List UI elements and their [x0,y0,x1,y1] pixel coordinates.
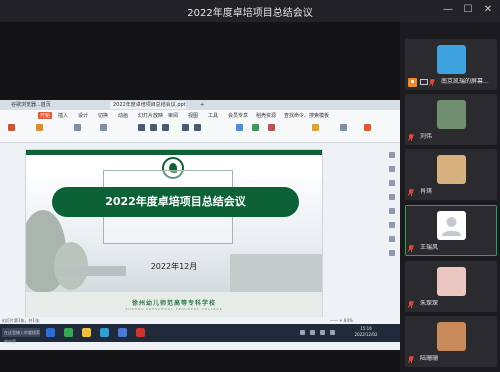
menu-slideshow[interactable]: 幻灯片放映 [138,112,163,119]
tool-icon[interactable] [389,166,395,172]
maximize-button[interactable]: ☐ [461,3,475,17]
close-button[interactable]: ✕ [481,3,495,17]
tool-icon[interactable] [389,250,395,256]
menu-design[interactable]: 设计 [78,112,88,119]
right-side-toolbar [386,146,398,336]
mic-muted-icon [407,245,415,253]
mic-muted-icon [407,189,415,197]
participant-avatar [437,267,466,296]
host-icon [408,78,417,87]
layout-icon[interactable] [74,124,81,131]
shared-screen: 谷歌浏览器...首页 2022年度卓培项目总结会议.pptx + 开始 插入 设… [0,100,400,350]
participant-name: 刘伟 [420,133,433,140]
participant-tile[interactable]: 刘伟 [405,94,497,145]
find-icon[interactable] [312,124,319,131]
tool-icon[interactable] [389,208,395,214]
clock-date: 2022/12/02 [354,332,378,337]
participant-avatar [437,45,466,74]
screen-share-icon [420,79,428,85]
slide-date: 2022年12月 [150,262,198,271]
tool-icon[interactable] [389,152,395,158]
mic-muted-icon [407,356,415,364]
mic-muted-icon [407,134,415,142]
default-avatar-icon [437,211,466,240]
menu-docer[interactable]: 稻壳资源 [256,112,276,119]
ime-icon[interactable] [330,330,335,335]
section-icon[interactable] [100,124,107,131]
participant-name: 肖琪 [420,188,433,195]
folder-icon[interactable] [82,328,91,337]
menu-review[interactable]: 审阅 [168,112,178,119]
statusbar: 幻灯片第1张，共1张 —— + 84% [0,317,400,324]
browser-icon[interactable] [64,328,73,337]
participant-avatar [437,100,466,129]
participant-tile-active[interactable]: 王瑞风 [405,205,497,256]
participant-avatar [437,322,466,351]
wps-menu-bar: 开始 插入 设计 切换 动画 幻灯片放映 审阅 视图 工具 会员专享 稻壳资源 … [0,110,400,120]
menu-home[interactable]: 开始 [38,112,53,119]
slide-canvas[interactable]: 2022年度卓培项目总结会议 2022年12月 徐州幼儿师范高等专科学校 XUZ… [25,149,323,319]
school-name-en: XUZHOU PRESCHOOL TEACHERS COLLEGE [125,307,223,311]
wps-ribbon [0,120,400,143]
zoom-control[interactable]: —— + 84% [330,318,353,323]
participant-tile[interactable]: 南京凯瑞的屏幕... [405,39,497,90]
participant-name: 王瑞风 [420,244,439,251]
window-title: 2022年度卓培项目总结会议 [187,8,313,19]
minimize-button[interactable]: — [441,3,455,17]
menu-member[interactable]: 会员专享 [228,112,248,119]
volume-icon[interactable] [320,330,325,335]
command-search[interactable]: 查找命令、搜索模板 [284,112,329,119]
picture-icon[interactable] [268,124,275,131]
participant-tile[interactable]: 陆珊珊 [405,316,497,367]
participant-avatar [437,155,466,184]
menu-tools[interactable]: 工具 [208,112,218,119]
shape-icon[interactable] [252,124,259,131]
align-icon[interactable] [182,124,189,131]
network-icon[interactable] [310,330,315,335]
bold-icon[interactable] [138,124,145,131]
tool-icon[interactable] [389,194,395,200]
menu-transition[interactable]: 切换 [98,112,108,119]
list-icon[interactable] [194,124,201,131]
window-titlebar: 2022年度卓培项目总结会议 — ☐ ✕ [0,0,500,22]
tab-presentation[interactable]: 2022年度卓培项目总结会议.pptx [110,101,186,109]
windows-taskbar: 在这里输入你要搜索的内容 15:16 2022/12/02 [0,324,400,344]
italic-icon[interactable] [150,124,157,131]
wps-icon[interactable] [136,328,145,337]
taskbar-search[interactable]: 在这里输入你要搜索的内容 [2,328,40,344]
participant-name: 南京凯瑞的屏幕... [441,78,489,85]
tray-icon[interactable] [300,330,305,335]
tool-icon[interactable] [389,180,395,186]
tool-icon[interactable] [389,222,395,228]
tool-icon[interactable] [389,236,395,242]
shared-screen-stage: 谷歌浏览器...首页 2022年度卓培项目总结会议.pptx + 开始 插入 设… [0,22,400,372]
building-shape [230,254,322,292]
slideshow-icon[interactable] [364,124,371,131]
app-icon[interactable] [100,328,109,337]
underline-icon[interactable] [162,124,169,131]
taskbar-clock[interactable]: 15:16 2022/12/02 [348,326,384,338]
menu-insert[interactable]: 插入 [58,112,68,119]
slide-top-bar [26,150,322,155]
participant-name: 陆珊珊 [420,355,439,362]
participant-name: 朱琛琛 [420,300,439,307]
mic-muted-icon [407,301,415,309]
participant-tile[interactable]: 朱琛琛 [405,261,497,312]
participant-tile[interactable]: 肖琪 [405,149,497,200]
select-icon[interactable] [340,124,347,131]
new-slide-icon[interactable] [36,124,43,131]
mic-muted-icon [428,79,436,87]
tab-browser[interactable]: 谷歌浏览器...首页 [8,101,102,109]
wps-tab-bar: 谷歌浏览器...首页 2022年度卓培项目总结会议.pptx + [0,100,400,110]
participants-panel: 南京凯瑞的屏幕... 刘伟 肖琪 王瑞风 朱琛琛 陆珊珊 [400,22,500,372]
paste-icon[interactable] [8,124,15,131]
school-name: 徐州幼儿师范高等专科学校 [131,300,216,307]
textbox-icon[interactable] [236,124,243,131]
slide-title: 2022年度卓培项目总结会议 [52,187,299,217]
menu-animation[interactable]: 动画 [118,112,128,119]
menu-view[interactable]: 视图 [188,112,198,119]
new-tab-button[interactable]: + [197,101,209,109]
meeting-app-icon[interactable] [118,328,127,337]
start-icon[interactable] [46,328,55,337]
